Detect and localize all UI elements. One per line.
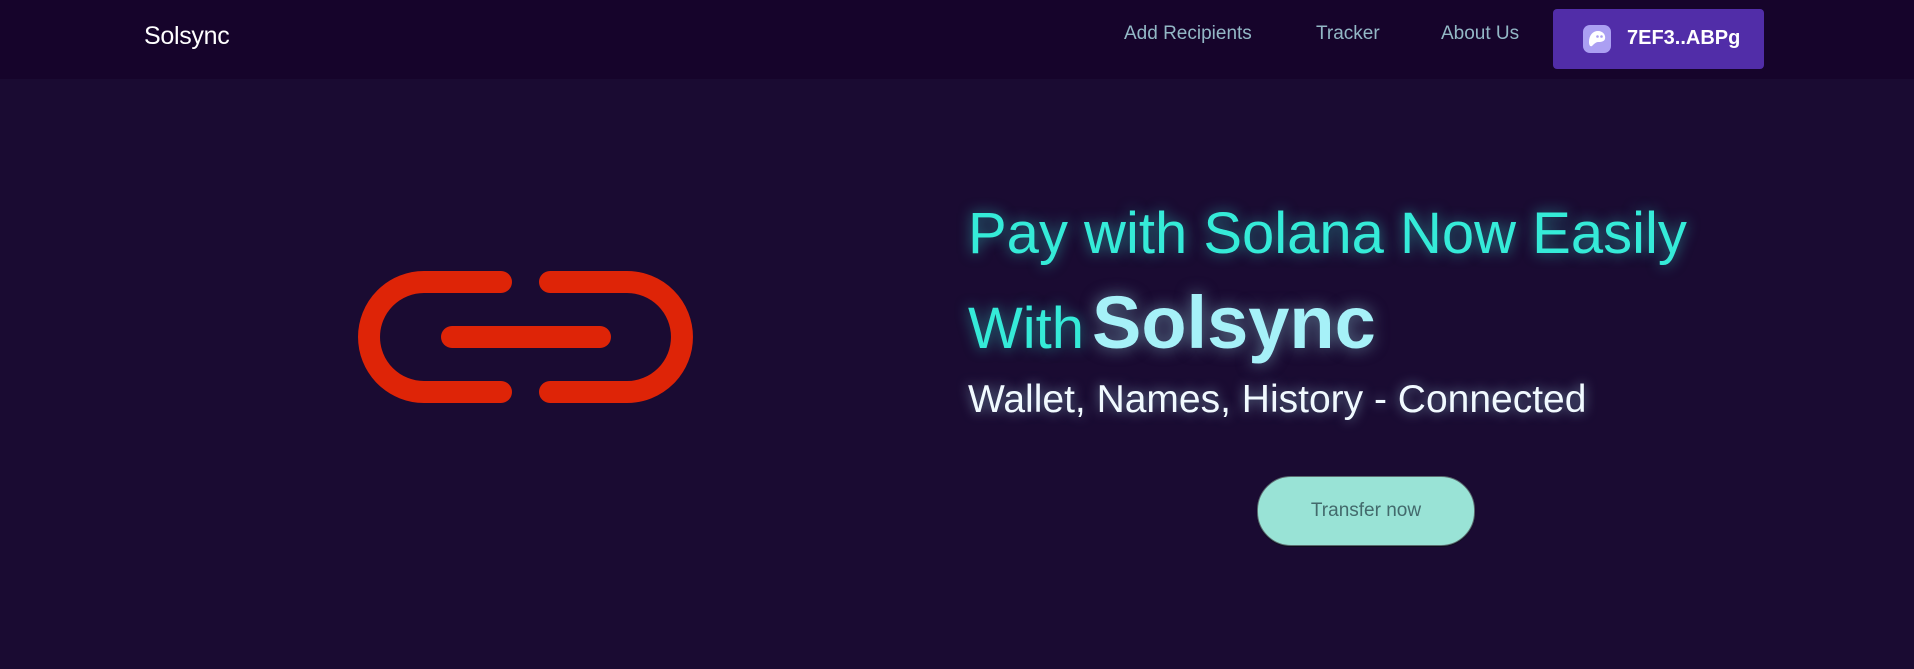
hero-headline: Pay with Solana Now Easily <box>968 201 1687 266</box>
nav-link-tracker[interactable]: Tracker <box>1316 23 1380 45</box>
hero-section <box>0 79 1914 669</box>
wallet-address-label: 7EF3..ABPg <box>1627 27 1741 49</box>
nav-link-add-recipients[interactable]: Add Recipients <box>1124 23 1252 45</box>
hero-headline-line2: With Solsync <box>968 280 1376 365</box>
brand-logo-text[interactable]: Solsync <box>144 22 230 51</box>
hero-subline: Wallet, Names, History - Connected <box>968 378 1587 421</box>
transfer-now-button[interactable]: Transfer now <box>1257 476 1475 546</box>
top-navbar: Solsync Add Recipients Tracker About Us … <box>0 0 1914 79</box>
phantom-ghost-icon <box>1583 25 1611 53</box>
headline-with-word: With <box>968 296 1084 361</box>
wallet-button[interactable]: 7EF3..ABPg <box>1553 9 1764 69</box>
nav-link-about-us[interactable]: About Us <box>1441 23 1519 45</box>
chain-link-icon <box>346 260 706 445</box>
headline-brand-name: Solsync <box>1092 281 1376 364</box>
